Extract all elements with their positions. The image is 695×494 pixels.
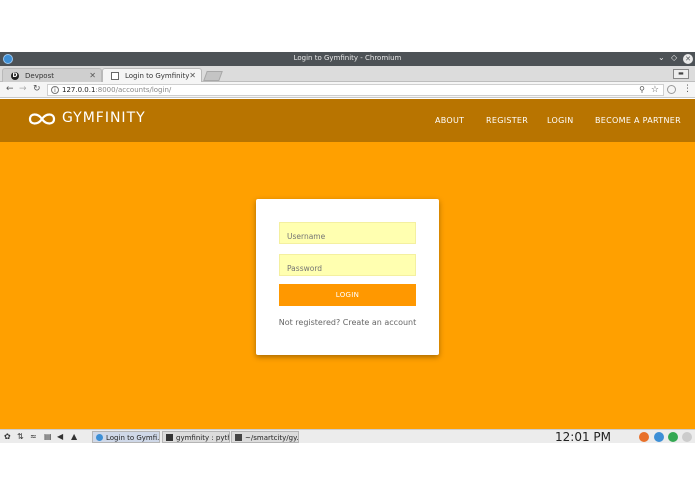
profile-icon[interactable]: ▬: [673, 69, 689, 79]
address-input[interactable]: i 127.0.0.1:8000/accounts/login/ ⚲ ☆: [47, 84, 664, 96]
close-tab-icon[interactable]: ✕: [189, 71, 196, 80]
nav-login[interactable]: LOGIN: [547, 116, 574, 125]
nav-register[interactable]: REGISTER: [486, 116, 528, 125]
tab-login-gymfinity[interactable]: Login to Gymfinity ✕: [102, 68, 202, 82]
register-link[interactable]: Not registered? Create an account: [256, 318, 439, 327]
tab-devpost[interactable]: D Devpost ✕: [2, 68, 102, 82]
task-terminal[interactable]: ~/smartcity/gy...: [231, 431, 299, 443]
tab-strip: D Devpost ✕ Login to Gymfinity ✕ ▬: [0, 66, 695, 82]
nav-become-partner[interactable]: BECOME A PARTNER: [595, 116, 681, 125]
ide-icon: [166, 434, 173, 441]
page-body: LOGIN Not registered? Create an account: [0, 142, 695, 429]
devpost-d-icon: D: [11, 72, 19, 80]
close-window-icon[interactable]: ✕: [683, 54, 693, 64]
forward-icon[interactable]: →: [19, 84, 27, 94]
window-title: Login to Gymfinity - Chromium: [293, 54, 402, 62]
url-text: 127.0.0.1:8000/accounts/login/: [62, 86, 172, 94]
info-icon[interactable]: i: [51, 86, 59, 94]
nav-about[interactable]: ABOUT: [435, 116, 464, 125]
brand-name[interactable]: GYMFINITY: [62, 110, 146, 126]
login-button[interactable]: LOGIN: [279, 284, 416, 306]
wifi-icon[interactable]: ≈: [30, 432, 37, 441]
infinity-logo-icon[interactable]: [28, 112, 56, 126]
login-card: LOGIN Not registered? Create an account: [256, 199, 439, 355]
new-tab-button[interactable]: [203, 71, 223, 81]
extension-icon[interactable]: [667, 85, 676, 94]
menu-icon[interactable]: ⋮: [683, 84, 692, 94]
task-browser[interactable]: Login to Gymfi...: [92, 431, 160, 443]
app-launcher-icon[interactable]: [682, 432, 692, 442]
taskbar: ✿ ⇅ ≈ ▤ ◀ ▲ Login to Gymfi... gymfinity …: [0, 429, 695, 444]
chrome-icon[interactable]: [668, 432, 678, 442]
arrow-up-icon[interactable]: ▲: [71, 432, 77, 441]
reload-icon[interactable]: ↻: [33, 84, 41, 94]
task-label: Login to Gymfi...: [106, 434, 160, 442]
task-label: ~/smartcity/gy...: [245, 434, 299, 442]
plug-icon[interactable]: ⇅: [17, 432, 24, 441]
star-icon[interactable]: ☆: [651, 85, 659, 95]
clock[interactable]: 12:01 PM: [555, 430, 611, 444]
task-label: gymfinity : pyth...: [176, 434, 229, 442]
terminal-icon: [235, 434, 242, 441]
clipboard-icon[interactable]: ▤: [44, 432, 52, 441]
username-field[interactable]: [279, 222, 416, 244]
password-field[interactable]: [279, 254, 416, 276]
page-icon: [111, 72, 119, 80]
close-tab-icon[interactable]: ✕: [89, 71, 96, 80]
chromium-launcher-icon[interactable]: [654, 432, 664, 442]
tab-label: Login to Gymfinity: [125, 72, 190, 80]
maximize-icon[interactable]: ◇: [671, 53, 677, 62]
network-settings-icon[interactable]: ✿: [4, 432, 11, 441]
firefox-icon[interactable]: [639, 432, 649, 442]
toolbar: ← → ↻ i 127.0.0.1:8000/accounts/login/ ⚲…: [0, 82, 695, 98]
window-titlebar: Login to Gymfinity - Chromium ⌄ ◇ ✕: [0, 52, 695, 66]
tab-label: Devpost: [25, 72, 54, 80]
site-header: GYMFINITY ABOUT REGISTER LOGIN BECOME A …: [0, 99, 695, 142]
top-margin: [0, 0, 695, 52]
key-icon[interactable]: ⚲: [639, 85, 645, 94]
back-icon[interactable]: ←: [6, 84, 14, 94]
chromium-icon: [96, 434, 103, 441]
task-pycharm[interactable]: gymfinity : pyth...: [162, 431, 230, 443]
volume-icon[interactable]: ◀: [57, 432, 63, 441]
minimize-icon[interactable]: ⌄: [658, 53, 665, 62]
bottom-margin: [0, 443, 695, 494]
